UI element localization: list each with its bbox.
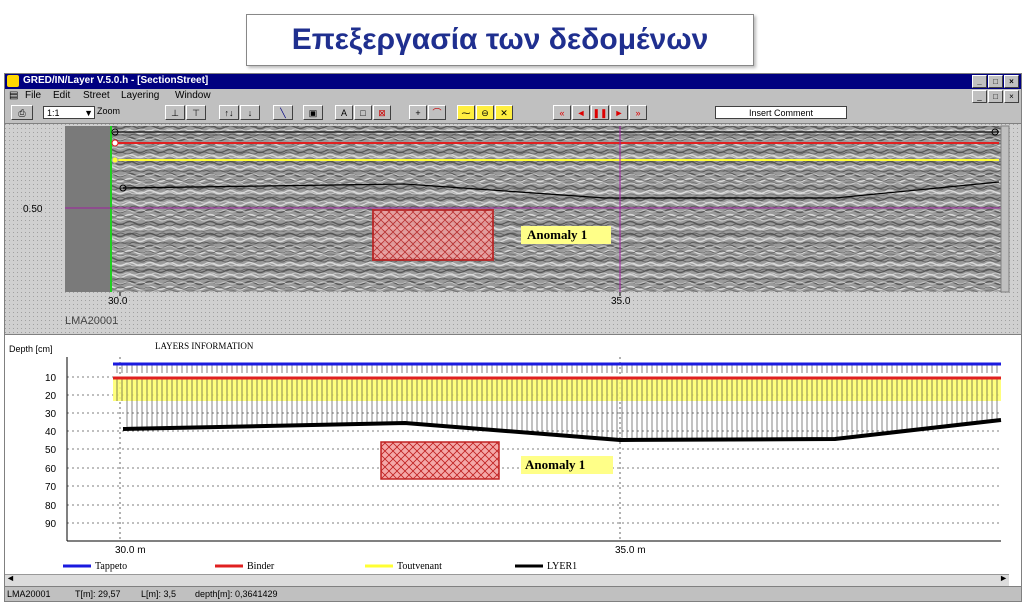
left-shadow [65,126,111,292]
legend-binder: Binder [247,561,275,572]
window-title: GRED/IN/Layer V.5.0.h - [SectionStreet] [23,75,209,86]
move-up-icon[interactable]: ↑↓ [219,105,239,120]
zoom-value: 1:1 [47,108,60,118]
last-icon[interactable]: » [629,105,647,120]
menu-edit[interactable]: Edit [53,90,70,101]
status-l: L[m]: 3,5 [141,589,177,599]
rectangle-tool-icon[interactable]: □ [354,105,372,120]
scroll-left-icon[interactable]: ◄ [6,573,15,583]
application-window: GRED/IN/Layer V.5.0.h - [SectionStreet] … [4,73,1022,602]
radar-x-tick-2: 35.0 [611,296,631,307]
y-tick-20: 20 [45,391,57,402]
status-depth: depth[m]: 0,3641429 [195,589,278,599]
child-restore-button[interactable]: □ [988,90,1003,103]
radar-depth-tick: 0.50 [23,204,43,215]
menu-file[interactable]: File [25,90,41,101]
status-bar: LMA20001 T[m]: 29,57 L[m]: 3,5 depth[m]:… [5,586,1021,601]
layer-point-icon[interactable]: ⊖ [476,105,494,120]
horizontal-scrollbar[interactable]: ◄ ► [5,573,1009,586]
child-close-button[interactable]: × [1004,90,1019,103]
y-tick-30: 30 [45,409,57,420]
close-button[interactable]: × [1004,75,1019,88]
x-tick-35m: 35.0 m [615,545,646,556]
menu-street[interactable]: Street [83,90,110,101]
y-tick-40: 40 [45,427,57,438]
radargram-svg: Anomaly 1 0.50 30.0 35.0 LMA20001 [5,124,1021,334]
y-tick-70: 70 [45,482,57,493]
legend-toutvenant: Toutvenant [397,561,442,572]
layer-line-icon[interactable]: ⁓ [457,105,475,120]
fill-tool-icon[interactable]: ▣ [303,105,323,120]
child-minimize-button[interactable]: _ [972,90,987,103]
y-tick-50: 50 [45,445,57,456]
layer-cross-icon[interactable]: ✕ [495,105,513,120]
layers-title: LAYERS INFORMATION [155,341,254,351]
status-file: LMA20001 [7,589,51,599]
radargram-panel[interactable]: Anomaly 1 0.50 30.0 35.0 LMA20001 [5,124,1021,334]
pause-icon[interactable]: ❚❚ [591,105,609,120]
crosshair-icon[interactable]: + [409,105,427,120]
layers-y-axis-label: Depth [cm] [9,344,53,354]
app-logo-icon [7,75,19,87]
radar-anomaly-label: Anomaly 1 [527,227,587,242]
y-tick-90: 90 [45,519,57,530]
x-tick-30m: 30.0 m [115,545,146,556]
print-icon[interactable]: ⎙ [11,105,33,120]
toolbar: ⎙ 1:1 ▼ Zoom ⊥ ⊤ ↑↓ ↓ ╲ ▣ A □ ⊠ + ⌒ ⁓ ⊖ ✕… [5,103,1021,124]
layers-panel[interactable]: Depth [cm] LAYERS INFORMATION Anomaly 1 … [5,334,1021,587]
layers-svg: Depth [cm] LAYERS INFORMATION Anomaly 1 … [9,341,1002,572]
line-tool-icon[interactable]: ╲ [273,105,293,120]
menubar: ▤ File Edit Street Layering Window _ □ × [5,89,1021,103]
insert-comment-button[interactable]: Insert Comment [715,106,847,119]
radar-x-tick-1: 30.0 [108,296,128,307]
slide-title: Επεξεργασία των δεδομένων [291,23,709,56]
y-tick-10: 10 [45,373,57,384]
align-bottom-icon[interactable]: ⊤ [186,105,206,120]
text-tool-icon[interactable]: A [335,105,353,120]
chevron-down-icon: ▼ [84,108,93,118]
doc-icon[interactable]: ▤ [9,90,18,101]
zoom-label: Zoom [97,106,121,116]
next-icon[interactable]: ► [610,105,628,120]
layers-anomaly-label: Anomaly 1 [525,457,585,472]
align-top-icon[interactable]: ⊥ [165,105,185,120]
y-tick-60: 60 [45,464,57,475]
scroll-right-icon[interactable]: ► [999,573,1008,583]
legend-lyer1: LYER1 [547,561,577,572]
first-icon[interactable]: « [553,105,571,120]
previous-icon[interactable]: ◄ [572,105,590,120]
status-t: T[m]: 29,57 [75,589,121,599]
anomaly-tool-icon[interactable]: ⊠ [373,105,391,120]
menu-window[interactable]: Window [175,90,211,101]
slide-title-box: Επεξεργασία των δεδομένων [246,14,754,66]
zoom-select[interactable]: 1:1 ▼ [43,106,95,119]
window-titlebar[interactable]: GRED/IN/Layer V.5.0.h - [SectionStreet] … [5,74,1021,89]
move-down-icon[interactable]: ↓ [240,105,260,120]
radar-file-label: LMA20001 [65,315,118,327]
restore-button[interactable]: □ [988,75,1003,88]
minimize-button[interactable]: _ [972,75,987,88]
menu-layering[interactable]: Layering [121,90,159,101]
hyperbola-icon[interactable]: ⌒ [428,105,446,120]
legend-tappeto: Tappeto [95,561,127,572]
y-tick-80: 80 [45,501,57,512]
